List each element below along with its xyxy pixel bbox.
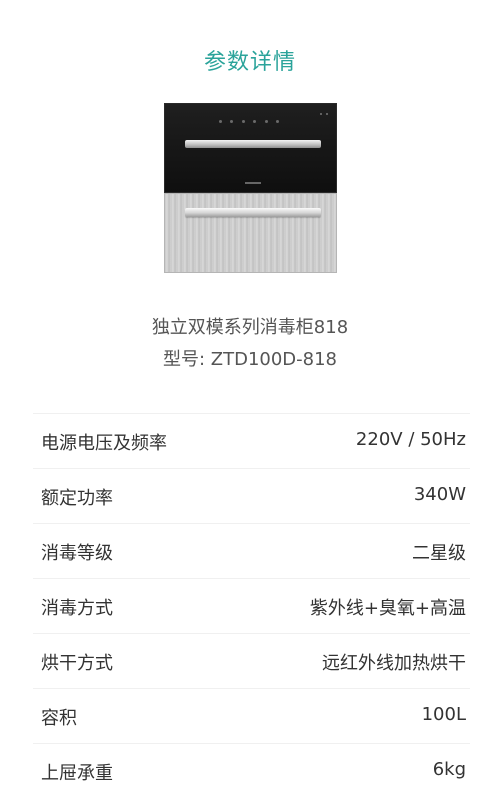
spec-table: 电源电压及频率 220V / 50Hz 额定功率 340W 消毒等级 二星级 消… xyxy=(33,413,470,798)
product-model: 型号: ZTD100D-818 xyxy=(162,349,338,370)
product-upper-drawer xyxy=(164,103,337,193)
spec-row: 容积 100L xyxy=(33,688,470,743)
upper-handle xyxy=(185,140,321,148)
product-name: 独立双模系列消毒柜818 xyxy=(151,317,349,338)
spec-value: 6kg xyxy=(432,759,466,780)
brand-logo xyxy=(245,182,261,184)
spec-label: 上屉承重 xyxy=(41,763,113,784)
spec-value: 远红外线加热烘干 xyxy=(322,653,466,674)
spec-label: 烘干方式 xyxy=(41,653,113,674)
spec-row: 额定功率 340W xyxy=(33,468,470,523)
spec-label: 容积 xyxy=(41,708,77,729)
spec-value: 340W xyxy=(413,484,466,505)
indicator-lights xyxy=(320,113,328,116)
spec-label: 额定功率 xyxy=(41,488,113,509)
spec-value: 220V / 50Hz xyxy=(355,429,466,450)
spec-value: 100L xyxy=(421,704,466,725)
lower-handle xyxy=(185,208,321,217)
product-lower-drawer xyxy=(164,193,337,273)
spec-label: 消毒等级 xyxy=(41,543,113,564)
spec-row: 消毒方式 紫外线+臭氧+高温 xyxy=(33,578,470,633)
spec-row: 上屉承重 6kg xyxy=(33,743,470,798)
section-title: 参数详情 xyxy=(203,50,296,75)
spec-row: 烘干方式 远红外线加热烘干 xyxy=(33,633,470,688)
product-image xyxy=(164,103,337,273)
spec-value: 二星级 xyxy=(412,543,466,564)
spec-label: 消毒方式 xyxy=(41,598,113,619)
spec-row: 消毒等级 二星级 xyxy=(33,523,470,578)
spec-row: 电源电压及频率 220V / 50Hz xyxy=(33,413,470,468)
control-panel-icons xyxy=(219,120,279,124)
spec-label: 电源电压及频率 xyxy=(41,433,167,454)
spec-value: 紫外线+臭氧+高温 xyxy=(309,598,466,619)
